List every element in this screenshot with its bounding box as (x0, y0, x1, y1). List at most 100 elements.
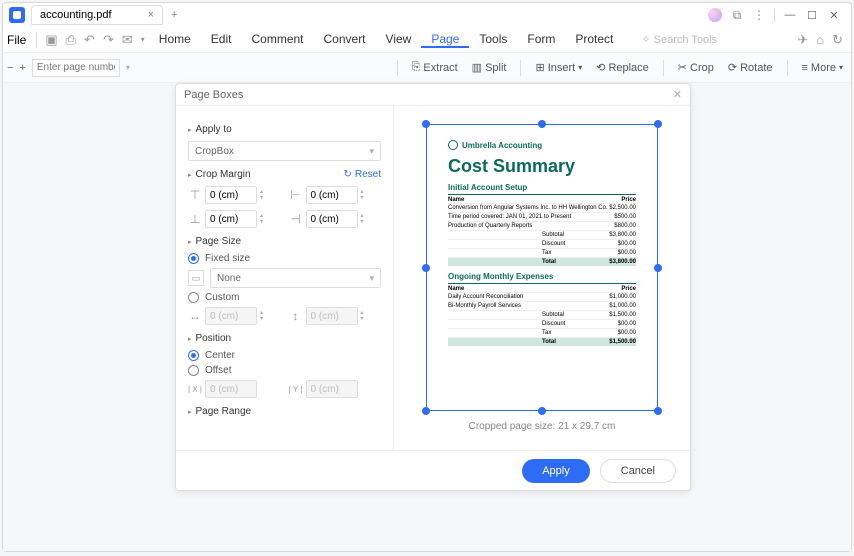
cancel-button[interactable]: Cancel (600, 459, 676, 483)
table-row: Time period covered: JAN 01, 2021 to Pre… (448, 212, 636, 221)
page-size-fixed-radio[interactable]: Fixed size (188, 253, 381, 264)
divider (663, 60, 664, 76)
chevron-down-icon: ▾ (839, 63, 843, 72)
radio-icon (188, 253, 199, 264)
position-center-radio[interactable]: Center (188, 350, 381, 361)
dialog-close-icon[interactable]: ✕ (673, 88, 682, 101)
tab-protect[interactable]: Protect (565, 32, 623, 48)
spinner[interactable]: ▴▾ (260, 213, 263, 225)
divider (36, 32, 37, 48)
crop-handle-rm[interactable] (654, 264, 662, 272)
cropped-size-label: Cropped page size: 21 x 29.7 cm (469, 421, 616, 432)
save-icon[interactable]: ▣ (45, 32, 57, 48)
ribbon-tabs: Home Edit Comment Convert View Page Tool… (149, 32, 624, 48)
zoom-in-button[interactable]: + (19, 62, 25, 74)
open-external-icon[interactable]: ⧉ (730, 8, 744, 22)
crop-preview[interactable]: Umbrella Accounting Cost Summary Initial… (426, 124, 658, 411)
split-button[interactable]: ▥Split (468, 59, 511, 76)
menubar: File ▣ ⎙ ↶ ↷ ✉ ▾ Home Edit Comment Conve… (3, 27, 851, 53)
width-icon: ↔ (188, 309, 202, 323)
crop-handle-br[interactable] (654, 407, 662, 415)
replace-button[interactable]: ⟲Replace (592, 59, 653, 76)
section-page-range[interactable]: ▸Page Range (188, 406, 381, 417)
window-close-button[interactable]: ✕ (825, 8, 843, 22)
page-size-custom-radio[interactable]: Custom (188, 292, 381, 303)
margin-left-input[interactable] (306, 186, 358, 204)
window-maximize-button[interactable]: ☐ (803, 8, 821, 22)
summary-row: Total$1,500.00 (448, 337, 636, 346)
document-tab[interactable]: accounting.pdf × (31, 5, 163, 25)
page-number-input[interactable] (32, 59, 120, 77)
margin-left-icon: ⊢ (289, 188, 303, 202)
crop-button[interactable]: ✂Crop (674, 59, 718, 76)
preview-title: Cost Summary (448, 156, 636, 177)
mail-icon[interactable]: ✉ (122, 32, 133, 48)
crop-handle-lm[interactable] (422, 264, 430, 272)
page-icon: ▭ (188, 270, 204, 286)
tab-tools[interactable]: Tools (469, 32, 517, 48)
tab-home[interactable]: Home (149, 32, 201, 48)
tab-page[interactable]: Page (421, 32, 469, 48)
apply-button[interactable]: Apply (522, 459, 590, 483)
send-icon[interactable]: ✈ (797, 32, 808, 48)
summary-row: Total$3,800.00 (448, 257, 636, 266)
section-crop-margin[interactable]: ▸Crop Margin ↻Reset (188, 169, 381, 180)
file-menu[interactable]: File (7, 33, 26, 47)
page-size-select[interactable]: None▾ (210, 268, 381, 288)
insert-button[interactable]: ⊞Insert▾ (531, 59, 586, 76)
page-boxes-dialog: Page Boxes ✕ ▸Apply to CropBox▾ ▸Crop Ma… (175, 83, 691, 491)
profile-avatar-icon[interactable] (708, 8, 722, 22)
margin-right-input[interactable] (306, 210, 358, 228)
tab-convert[interactable]: Convert (314, 32, 376, 48)
extract-button[interactable]: ⎘Extract (408, 59, 462, 76)
rotate-icon: ⟳ (728, 61, 737, 74)
spinner[interactable]: ▴▾ (260, 189, 263, 201)
crop-handle-tl[interactable] (422, 120, 430, 128)
crop-handle-tr[interactable] (654, 120, 662, 128)
spinner[interactable]: ▴▾ (361, 189, 364, 201)
margin-top-input[interactable] (205, 186, 257, 204)
tab-comment[interactable]: Comment (241, 32, 313, 48)
tab-close-icon[interactable]: × (148, 9, 154, 21)
redo-icon[interactable]: ↷ (103, 32, 114, 48)
crop-icon: ✂ (678, 61, 687, 74)
print-icon[interactable]: ⎙ (66, 32, 76, 48)
undo-icon[interactable]: ↶ (84, 32, 95, 48)
section-page-size[interactable]: ▸Page Size (188, 236, 381, 247)
rotate-button[interactable]: ⟳Rotate (724, 59, 777, 76)
tab-edit[interactable]: Edit (201, 32, 242, 48)
search-tools[interactable]: ✧ Search Tools (641, 33, 717, 46)
search-placeholder: Search Tools (654, 34, 717, 46)
chevron-down-icon[interactable]: ▾ (141, 35, 145, 44)
apply-to-select[interactable]: CropBox▾ (188, 141, 381, 161)
section-position[interactable]: ▸Position (188, 333, 381, 344)
crop-handle-bm[interactable] (538, 407, 546, 415)
document-filename: accounting.pdf (40, 9, 112, 21)
wand-icon: ✧ (641, 33, 650, 46)
tab-view[interactable]: View (376, 32, 422, 48)
reset-button[interactable]: ↻Reset (343, 169, 381, 180)
table-row: Bi-Monthly Payroll Services$1,000.00 (448, 301, 636, 310)
margin-right-icon: ⊣ (289, 212, 303, 226)
tab-form[interactable]: Form (517, 32, 565, 48)
crop-handle-tm[interactable] (538, 120, 546, 128)
crop-handle-bl[interactable] (422, 407, 430, 415)
spinner[interactable]: ▴▾ (361, 213, 364, 225)
extract-icon: ⎘ (412, 61, 421, 74)
chevron-down-icon[interactable]: ▾ (126, 63, 130, 72)
offset-y-input (306, 380, 358, 398)
table-row: Conversion from Angular Systems Inc. to … (448, 203, 636, 212)
more-button[interactable]: ≡More▾ (798, 60, 848, 76)
summary-row: Discount$00.00 (448, 239, 636, 248)
new-tab-button[interactable]: + (171, 9, 177, 21)
kebab-menu-icon[interactable]: ⋮ (752, 8, 766, 22)
margin-bottom-input[interactable] (205, 210, 257, 228)
chevron-down-icon: ▾ (369, 146, 374, 157)
window-minimize-button[interactable]: — (781, 8, 799, 22)
zoom-out-button[interactable]: − (7, 62, 13, 74)
home-icon[interactable]: ⌂ (816, 32, 824, 47)
section-apply-to[interactable]: ▸Apply to (188, 124, 381, 135)
cloud-icon[interactable]: ↻ (832, 32, 843, 48)
position-offset-radio[interactable]: Offset (188, 365, 381, 376)
workspace: Page Boxes ✕ ▸Apply to CropBox▾ ▸Crop Ma… (3, 83, 851, 551)
